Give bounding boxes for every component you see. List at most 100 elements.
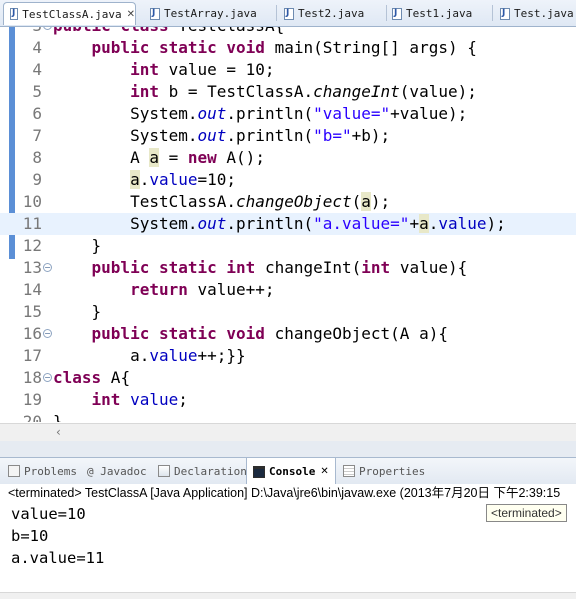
- tab-separator: [492, 5, 493, 21]
- line-number: 17: [22, 346, 42, 365]
- tab-label: Test2.java: [298, 7, 365, 20]
- console-output-line: a.value=11: [11, 549, 105, 567]
- tab-label: TestArray.java: [164, 7, 257, 20]
- line-number: 16: [22, 324, 42, 343]
- code-line[interactable]: 20}: [0, 411, 576, 422]
- tab-javadoc[interactable]: @ Javadoc: [87, 458, 147, 484]
- code-line[interactable]: 15 }: [0, 301, 576, 323]
- code-text: public class TestClassA{: [53, 27, 284, 37]
- line-number: 8: [32, 148, 42, 167]
- line-number: 15: [22, 302, 42, 321]
- code-text: System.out.println("b="+b);: [53, 126, 391, 145]
- code-text: TestClassA.changeObject(a);: [53, 192, 391, 211]
- code-text: return value++;: [130, 280, 275, 299]
- tab-testclassa[interactable]: TestClassA.java ✕: [3, 2, 136, 25]
- code-text: A a = new A();: [53, 148, 265, 167]
- tab-label: Test.java: [514, 7, 574, 20]
- problems-icon: [8, 465, 20, 477]
- console-process-header: <terminated> TestClassA [Java Applicatio…: [8, 486, 561, 500]
- code-line[interactable]: 5 int b = TestClassA.changeInt(value);: [0, 81, 576, 103]
- code-line[interactable]: 10 TestClassA.changeObject(a);: [0, 191, 576, 213]
- code-line[interactable]: 12 }: [0, 235, 576, 257]
- tab-test2[interactable]: Test2.java: [284, 2, 364, 25]
- line-number: 4: [32, 60, 42, 79]
- line-number: 13: [22, 258, 42, 277]
- code-line[interactable]: 8 A a = new A();: [0, 147, 576, 169]
- tab-console[interactable]: Console ✕: [246, 458, 336, 485]
- tab-label: Console: [269, 465, 316, 478]
- tab-declaration[interactable]: Declaration: [158, 458, 247, 484]
- code-line[interactable]: 6 System.out.println("value="+value);: [0, 103, 576, 125]
- java-file-icon: [392, 7, 402, 20]
- code-text: System.out.println("value="+value);: [53, 104, 468, 123]
- declaration-icon: [158, 465, 170, 477]
- code-text: }: [53, 302, 102, 321]
- code-text: a.value++;}}: [53, 346, 246, 365]
- editor-horizontal-scrollbar[interactable]: ‹: [0, 423, 576, 441]
- tab-testarray[interactable]: TestArray.java: [150, 2, 257, 25]
- line-number: 11: [22, 214, 42, 233]
- code-line[interactable]: 4 int value = 10;: [0, 59, 576, 81]
- code-text: a.value=10;: [130, 170, 237, 189]
- line-number: 10: [22, 192, 42, 211]
- console-icon: [253, 465, 265, 478]
- properties-icon: [343, 465, 355, 477]
- code-text: int value;: [91, 390, 188, 409]
- close-icon[interactable]: ✕: [320, 466, 328, 477]
- close-icon[interactable]: ✕: [127, 9, 135, 20]
- code-text: public static int changeInt(int value){: [91, 258, 468, 277]
- code-line[interactable]: 9 a.value=10;: [0, 169, 576, 191]
- java-file-icon: [284, 7, 294, 20]
- scroll-left-arrow-icon[interactable]: ‹: [56, 425, 61, 439]
- line-number: 9: [32, 170, 42, 189]
- fold-toggle-icon[interactable]: −: [43, 27, 52, 30]
- tab-label: TestClassA.java: [22, 7, 122, 21]
- code-line[interactable]: 18− class A{: [0, 367, 576, 389]
- line-number: 12: [22, 236, 42, 255]
- fold-toggle-icon[interactable]: −: [43, 263, 52, 272]
- code-text: class A{: [53, 368, 131, 387]
- tab-separator: [276, 5, 277, 21]
- console-output-line: b=10: [11, 527, 49, 545]
- line-number: 5: [32, 82, 42, 101]
- line-number: 20: [22, 412, 42, 422]
- line-number: 6: [32, 104, 42, 123]
- line-number: 14: [22, 280, 42, 299]
- console-output-line: value=10: [11, 505, 86, 523]
- code-text: int value = 10;: [130, 60, 275, 79]
- code-text: System.out.println("a.value="+a.value);: [53, 214, 506, 233]
- code-text: public static void changeObject(A a){: [91, 324, 448, 343]
- line-number: 7: [32, 126, 42, 145]
- tab-test[interactable]: Test.java: [500, 2, 574, 25]
- tab-test1[interactable]: Test1.java: [392, 2, 472, 25]
- code-editor[interactable]: 3−public class TestClassA{4 public stati…: [0, 27, 576, 422]
- fold-toggle-icon[interactable]: −: [43, 373, 52, 382]
- tab-label: Problems: [24, 464, 77, 478]
- line-number: 19: [22, 390, 42, 409]
- code-line[interactable]: 14 return value++;: [0, 279, 576, 301]
- code-line[interactable]: 4 public static void main(String[] args)…: [0, 37, 576, 59]
- code-line[interactable]: 11 System.out.println("a.value="+a.value…: [0, 213, 576, 235]
- panel-tab-bar: Problems @ Javadoc Declaration Console ✕…: [0, 457, 576, 485]
- code-line[interactable]: 16− public static void changeObject(A a)…: [0, 323, 576, 345]
- java-file-icon: [500, 7, 510, 20]
- code-text: }: [53, 236, 102, 255]
- code-text: }: [53, 412, 63, 422]
- editor-tab-bar: TestClassA.java ✕ TestArray.java Test2.j…: [0, 0, 576, 27]
- tab-properties[interactable]: Properties: [343, 458, 425, 484]
- fold-toggle-icon[interactable]: −: [43, 329, 52, 338]
- tab-label: Declaration: [174, 464, 247, 478]
- panel-divider: [0, 441, 576, 457]
- console-view[interactable]: <terminated> TestClassA [Java Applicatio…: [0, 484, 576, 598]
- code-text: int b = TestClassA.changeInt(value);: [130, 82, 477, 101]
- terminated-tooltip: <terminated>: [486, 504, 567, 522]
- code-line[interactable]: 19 int value;: [0, 389, 576, 411]
- tab-problems[interactable]: Problems: [8, 458, 77, 484]
- line-number: 3: [17, 27, 42, 37]
- code-line[interactable]: 17 a.value++;}}: [0, 345, 576, 367]
- code-line[interactable]: 7 System.out.println("b="+b);: [0, 125, 576, 147]
- code-line[interactable]: 13− public static int changeInt(int valu…: [0, 257, 576, 279]
- line-number: 4: [32, 38, 42, 57]
- code-line[interactable]: 3−public class TestClassA{: [0, 27, 576, 37]
- code-text: public static void main(String[] args) {: [91, 38, 477, 57]
